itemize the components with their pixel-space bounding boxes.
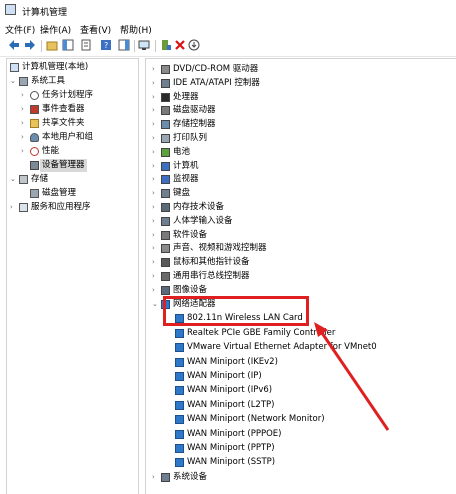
annotation-arrow	[314, 322, 390, 431]
computer-management-window: 计算机管理 文件(F) 操作(A) 查看(V) 帮助(H) ? 计算机管理(本地…	[0, 0, 456, 494]
annotation-arrow-line	[318, 329, 390, 431]
annotation-arrow-head	[314, 322, 328, 337]
